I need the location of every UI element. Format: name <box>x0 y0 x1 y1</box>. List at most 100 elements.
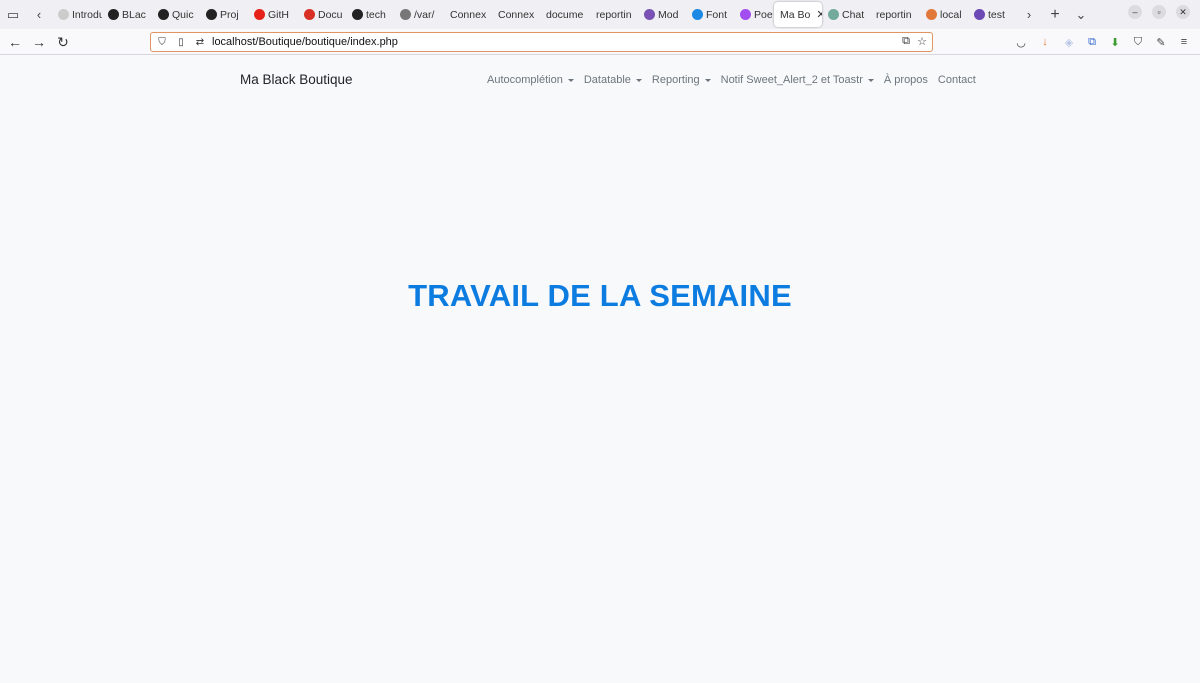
forward-icon[interactable]: → <box>30 33 48 51</box>
chatgpt-icon <box>828 9 839 20</box>
minimize-icon[interactable]: – <box>1128 5 1142 19</box>
permissions-icon[interactable]: ⇄ <box>192 37 208 48</box>
github-icon <box>206 9 217 20</box>
tab[interactable]: Connex <box>492 2 540 27</box>
caret-down-icon <box>704 78 711 82</box>
nav-item-label: Datatable <box>583 74 631 86</box>
tab-label: Introdu <box>72 8 102 21</box>
tab[interactable]: /var/ <box>394 2 444 27</box>
tab[interactable]: Poe <box>734 2 774 27</box>
youtube-icon <box>254 9 265 20</box>
download-icon[interactable]: ↓ <box>1037 34 1053 50</box>
tab-label: tech <box>366 8 386 21</box>
caret-down-icon <box>567 78 574 82</box>
tab[interactable]: BLac <box>102 2 152 27</box>
tab-list-icon[interactable]: ▭ <box>0 0 26 29</box>
tab[interactable]: Mod <box>638 2 686 27</box>
tab[interactable]: tech <box>346 2 394 27</box>
tab[interactable]: reportin <box>590 2 638 27</box>
tab-label: Font <box>706 8 728 21</box>
tabs: Introdu BLac Quic Proj GitH Docu tech/var/Conn… <box>52 0 1016 29</box>
brand-link[interactable]: Ma Black Boutique <box>240 72 353 87</box>
tab[interactable]: Font <box>686 2 734 27</box>
hero-title: TRAVAIL DE LA SEMAINE <box>408 278 792 313</box>
page-content: Ma Black Boutique Autocomplétion Datatabl… <box>0 56 1200 683</box>
browser-window: ▭ ‹ Introdu BLac Quic Proj GitH Docu tech/var/… <box>0 0 1200 683</box>
tab[interactable]: Proj <box>200 2 248 27</box>
translate-icon[interactable]: ⧉ <box>902 35 910 48</box>
tab[interactable]: local <box>920 2 968 27</box>
navigation-toolbar: ← → ↻ ⛉ ▯ ⇄ localhost/Boutique/boutique/… <box>0 29 1200 55</box>
tab-label: /var/ <box>414 8 435 21</box>
tab[interactable]: Docu <box>298 2 346 27</box>
download-manager-icon[interactable]: ⬇ <box>1107 34 1123 50</box>
chevron-down-icon[interactable]: ⌄ <box>1068 0 1094 29</box>
tab-label: Proj <box>220 8 239 21</box>
nav-item-label: Autocomplétion <box>487 74 563 86</box>
main-menu: Autocomplétion Datatable Reporting Notif Sw… <box>487 74 976 86</box>
address-bar[interactable]: ⛉ ▯ ⇄ localhost/Boutique/boutique/index.… <box>150 32 933 52</box>
nav-item-label: Contact <box>937 74 976 86</box>
new-tab-icon[interactable]: + <box>1042 0 1068 29</box>
pdf-icon <box>304 9 315 20</box>
tab-strip: ▭ ‹ Introdu BLac Quic Proj GitH Docu tech/var/… <box>0 0 1200 29</box>
restore-icon[interactable]: ▫ <box>1152 5 1166 19</box>
nav-item-label: À propos <box>883 74 928 86</box>
menu-icon[interactable]: ≡ <box>1176 34 1192 50</box>
github-icon <box>352 9 363 20</box>
github-icon <box>108 9 119 20</box>
tab[interactable]: Quic <box>152 2 200 27</box>
tab-label: Poe <box>754 8 773 21</box>
tab-label: Connex <box>450 8 487 21</box>
bookmark-star-icon[interactable]: ☆ <box>917 35 927 48</box>
translate-extension-icon[interactable]: ⧉ <box>1084 34 1100 50</box>
tab-label: reportin <box>596 8 632 21</box>
reload-icon[interactable]: ↻ <box>54 33 72 51</box>
tab-label: BLac <box>122 8 146 21</box>
close-window-icon[interactable]: ✕ <box>1176 5 1190 19</box>
pocket-icon[interactable]: ◡ <box>1013 34 1029 50</box>
tab[interactable]: Connex <box>444 2 492 27</box>
tab-label: reportin <box>876 8 912 21</box>
mountain-icon <box>926 9 937 20</box>
window-controls: – ▫ ✕ <box>1128 5 1190 19</box>
tab[interactable]: docume <box>540 2 590 27</box>
tab-label: Connex <box>498 8 535 21</box>
nav-item[interactable]: Autocomplétion <box>487 74 574 86</box>
tab-label: Ma Bo <box>780 8 811 21</box>
privacy-icon[interactable]: ⛉ <box>1130 34 1146 50</box>
scroll-tabs-left-icon[interactable]: ‹ <box>26 0 52 29</box>
caret-down-icon <box>867 78 874 82</box>
page-icon[interactable]: ▯ <box>173 37 189 48</box>
tab-label: Mod <box>658 8 679 21</box>
flag-icon <box>692 9 703 20</box>
nav-item[interactable]: Reporting <box>652 74 711 86</box>
tab[interactable]: reportin <box>870 2 920 27</box>
bootstrap-icon <box>644 9 655 20</box>
e-icon <box>974 9 985 20</box>
tab-label: local <box>940 8 962 21</box>
caret-down-icon <box>635 78 642 82</box>
nav-item[interactable]: Notif Sweet_Alert_2 et Toastr <box>721 74 874 86</box>
extension-icon[interactable]: ◈ <box>1061 34 1077 50</box>
poe-icon <box>740 9 751 20</box>
nav-item[interactable]: Contact <box>938 74 976 86</box>
back-icon[interactable]: ← <box>6 33 24 51</box>
nav-item-label: Notif Sweet_Alert_2 et Toastr <box>720 74 863 86</box>
tab[interactable]: Chat <box>822 2 870 27</box>
tab[interactable]: Ma Bo ✕ <box>774 2 822 27</box>
tab-label: docume <box>546 8 584 21</box>
tab[interactable]: GitH <box>248 2 298 27</box>
scroll-tabs-right-icon[interactable]: › <box>1016 0 1042 29</box>
nav-item[interactable]: Datatable <box>584 74 642 86</box>
shield-icon[interactable]: ⛉ <box>154 37 170 48</box>
info-icon <box>400 9 411 20</box>
tab-label: Docu <box>318 8 343 21</box>
nav-item[interactable]: À propos <box>884 74 928 86</box>
extensions-puzzle-icon[interactable]: ✎ <box>1153 34 1169 50</box>
tab-label: GitH <box>268 8 289 21</box>
tab[interactable]: test <box>968 2 1016 27</box>
tab[interactable]: Introdu <box>52 2 102 27</box>
nav-item-label: Reporting <box>651 74 700 86</box>
url-text[interactable]: localhost/Boutique/boutique/index.php <box>212 36 398 48</box>
